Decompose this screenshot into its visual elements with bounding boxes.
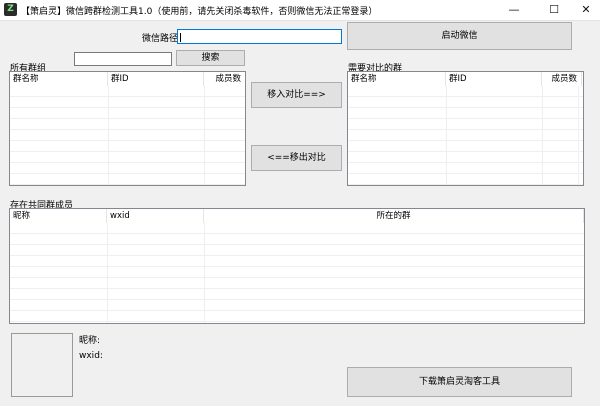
move-in-button[interactable]: 移入对比==> (251, 82, 342, 108)
column-separator (107, 223, 108, 323)
column-separator (204, 223, 205, 323)
move-out-button[interactable]: <==移出对比 (251, 145, 342, 171)
window-title: 【箫启灵】微信跨群检测工具1.0（使用前，请先关闭杀毒软件，否则微信无法正常登录… (21, 7, 378, 17)
all-groups-header: 群名称 群ID 成员数 (10, 72, 245, 86)
column-header-group-id[interactable]: 群ID (446, 72, 542, 86)
grid-lines (348, 86, 583, 185)
minimize-button[interactable]: — (500, 0, 528, 20)
title-bar: Z 【箫启灵】微信跨群检测工具1.0（使用前，请先关闭杀毒软件，否则微信无法正常… (0, 0, 600, 21)
compare-groups-list[interactable]: 群名称 群ID 成员数 (347, 71, 584, 186)
text-caret (180, 33, 181, 42)
column-separator (542, 86, 543, 185)
grid-lines (10, 223, 584, 323)
app-icon: Z (4, 3, 17, 16)
wechat-path-input[interactable] (177, 29, 342, 44)
wxid-label: wxid: (79, 351, 103, 361)
column-header-group-id[interactable]: 群ID (108, 72, 204, 86)
column-header-group-name[interactable]: 群名称 (10, 72, 108, 86)
compare-groups-header: 群名称 群ID 成员数 (348, 72, 583, 86)
all-groups-list[interactable]: 群名称 群ID 成员数 (9, 71, 246, 186)
column-separator (446, 86, 447, 185)
maximize-button[interactable]: ☐ (540, 0, 568, 20)
launch-wechat-button[interactable]: 启动微信 (347, 22, 572, 50)
column-header-nickname[interactable]: 昵称 (10, 209, 107, 223)
column-header-member-count[interactable]: 成员数 (204, 72, 245, 86)
download-tool-button[interactable]: 下载箫启灵淘客工具 (347, 367, 572, 397)
search-input[interactable] (74, 52, 172, 66)
column-separator (578, 86, 579, 185)
column-header-wxid[interactable]: wxid (107, 209, 204, 223)
avatar (11, 333, 73, 397)
column-separator (108, 86, 109, 185)
grid-lines (10, 86, 245, 185)
column-separator (204, 86, 205, 185)
nickname-label: 昵称: (79, 336, 101, 346)
common-members-header: 昵称 wxid 所在的群 (10, 209, 584, 223)
search-button[interactable]: 搜索 (176, 50, 245, 66)
wechat-path-label: 微信路径: (142, 34, 182, 44)
common-members-list[interactable]: 昵称 wxid 所在的群 (9, 208, 585, 324)
column-header-member-count[interactable]: 成员数 (542, 72, 582, 86)
column-header-groups[interactable]: 所在的群 (204, 209, 584, 223)
close-button[interactable]: ✕ (572, 0, 600, 20)
column-header-group-name[interactable]: 群名称 (348, 72, 446, 86)
